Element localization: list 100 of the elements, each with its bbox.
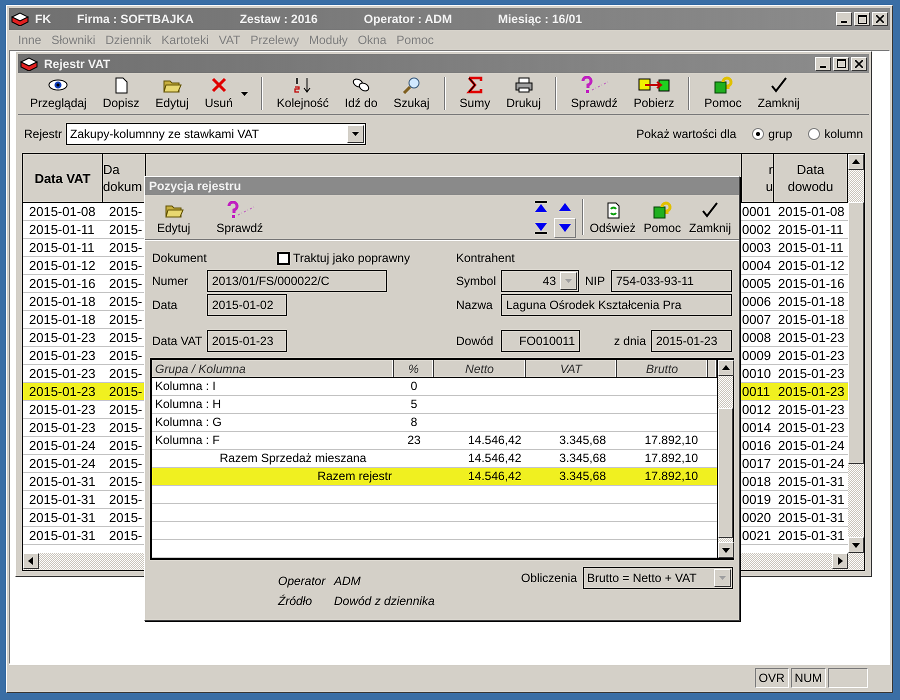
field-label: NIP [584,274,606,288]
minimize-button[interactable] [815,56,831,70]
table-cell-text: 3.345,68 [558,468,607,485]
info-value: ADM [334,574,362,588]
toolbar-button[interactable]: Szukaj [386,75,438,112]
printer-icon [512,76,535,94]
toolbar-button[interactable]: Pomoc [640,197,685,237]
toolbar-button[interactable]: Pobierz [626,75,682,112]
radio-option[interactable]: grup [752,127,792,141]
date-field[interactable]: 2015-01-23 [651,330,732,352]
table-row[interactable]: Razem rejestr 14.546,42 3.345,68 17.892,10 [152,468,717,486]
toolbar-button[interactable]: Dopisz [94,75,148,112]
title-field: Firma : SOFTBAJKA [77,12,194,26]
table-cell-text: 3.345,68 [558,432,607,449]
toolbar-button[interactable]: Drukuj [498,75,549,112]
caret-icon [240,90,249,98]
calculation-select[interactable]: Brutto = Netto + VAT [583,567,733,589]
date-field[interactable]: 2015-01-02 [207,294,287,316]
toolbar-button[interactable]: Zamknij [684,197,735,237]
field-label: Nazwa [456,298,494,312]
info-label: Źródło [278,594,314,608]
down-arrow-icon [852,541,860,549]
table-cell-text: 0 [410,378,418,395]
table-cell-text: Kolumna : I [154,378,217,395]
first-icon [534,201,548,213]
caret-icon [718,574,726,582]
toolbar-button[interactable]: Zamknij [750,75,808,112]
nip-field[interactable]: 754-033-93-11 [611,270,732,292]
table-row[interactable]: Kolumna : I 0 [152,378,717,396]
toolbar-button[interactable]: Usuń [196,75,241,112]
table-cell-text: 17.892,10 [644,432,699,449]
close-button[interactable] [872,12,888,26]
app-title: FK [35,12,51,26]
title-field: Operator : ADM [364,12,452,26]
calculation-label: Obliczenia [520,571,577,585]
table-cell-text: 17.892,10 [644,450,699,467]
toolbar-button[interactable]: Edytuj [149,197,198,237]
table-cell-text: Razem Sprzedaż mieszana [218,450,368,467]
table-row[interactable]: Kolumna : G 8 [152,414,717,432]
table-cell-text: 14.546,42 [467,432,522,449]
table-cell-text: 17.892,10 [644,468,699,485]
help-icon [712,76,734,94]
radio-option[interactable]: kolumn [808,127,863,141]
title-field: Zestaw : 2016 [240,12,318,26]
column-header[interactable]: VAT [526,360,617,377]
toolbar-button[interactable]: Sumy [452,75,498,112]
toolbar-button[interactable]: Kolejność [268,75,337,112]
table-row[interactable]: Kolumna : H 5 [152,396,717,414]
caret-icon [352,130,360,138]
column-header[interactable]: Netto [434,360,526,377]
up-arrow-icon [722,364,730,372]
maximize-button[interactable] [833,56,849,70]
date-field[interactable]: 2015-01-23 [207,330,287,352]
info-value: Dowód z dziennika [334,594,435,608]
app-icon [11,12,29,26]
table-cell-text: 3.345,68 [558,450,607,467]
toolbar-button[interactable]: Sprawdź [562,75,626,112]
toolbar-button[interactable]: Pomoc [696,75,750,112]
show-values-label: Pokaż wartości dla [636,127,736,141]
vertical-scrollbar[interactable] [717,360,733,558]
register-label: Rejestr [24,127,62,141]
table-row[interactable]: Razem Sprzedaż mieszana 14.546,42 3.345,68 17.892,10 [152,450,717,468]
checkbox[interactable]: Traktuj jako poprawny [277,251,410,265]
toolbar-button[interactable]: Sprawdź [208,197,272,237]
maximize-button[interactable] [854,12,870,26]
last-icon [534,222,548,234]
table-cell-text: Kolumna : G [154,414,223,431]
column-header[interactable]: Brutto [617,360,708,377]
field-label: z dnia [612,334,647,348]
toolbar-button[interactable]: Edytuj [147,75,197,112]
window-title: Rejestr VAT [44,56,110,70]
toolbar-button[interactable]: Idź do [336,75,386,112]
name-field[interactable]: Laguna Ośrodek Kształcenia Pra [501,294,732,316]
close-button[interactable] [851,56,867,70]
table-cell-text: 14.546,42 [467,450,522,467]
close-icon [876,15,884,23]
dialog-title: Pozycja rejestru [149,179,242,193]
minimize-button[interactable] [836,12,852,26]
table-cell-text: Razem rejestr [316,468,393,485]
transfer-icon [636,76,671,94]
field-label: Dowód [456,334,494,348]
status-indicator: NUM [790,668,826,688]
column-header[interactable]: Grupa / Kolumna [152,360,394,377]
maximize-icon [858,14,866,24]
field-label: Numer [152,274,190,288]
number-field[interactable]: 2013/01/FS/000022/C [207,270,387,292]
info-label: Operator [278,574,327,588]
navigation-button[interactable] [554,218,576,238]
symbol-select[interactable]: 43 [501,270,579,292]
register-select[interactable]: Zakupy-kolumnny ze stawkami VAT [66,123,366,145]
vertical-scrollbar[interactable] [848,154,864,570]
column-header[interactable]: % [394,360,434,377]
app-icon [20,56,38,70]
proof-field[interactable]: FO010011 [501,330,580,352]
table-cell-text: 14.546,42 [467,468,522,485]
table-row[interactable]: Kolumna : F 23 14.546,42 3.345,68 17.892,10 [152,432,717,450]
toolbar-button[interactable]: Przeglądaj [22,75,95,112]
toolbar-button[interactable]: Odśwież [586,197,640,237]
minimize-icon [820,66,826,68]
right-arrow-icon [836,557,844,565]
